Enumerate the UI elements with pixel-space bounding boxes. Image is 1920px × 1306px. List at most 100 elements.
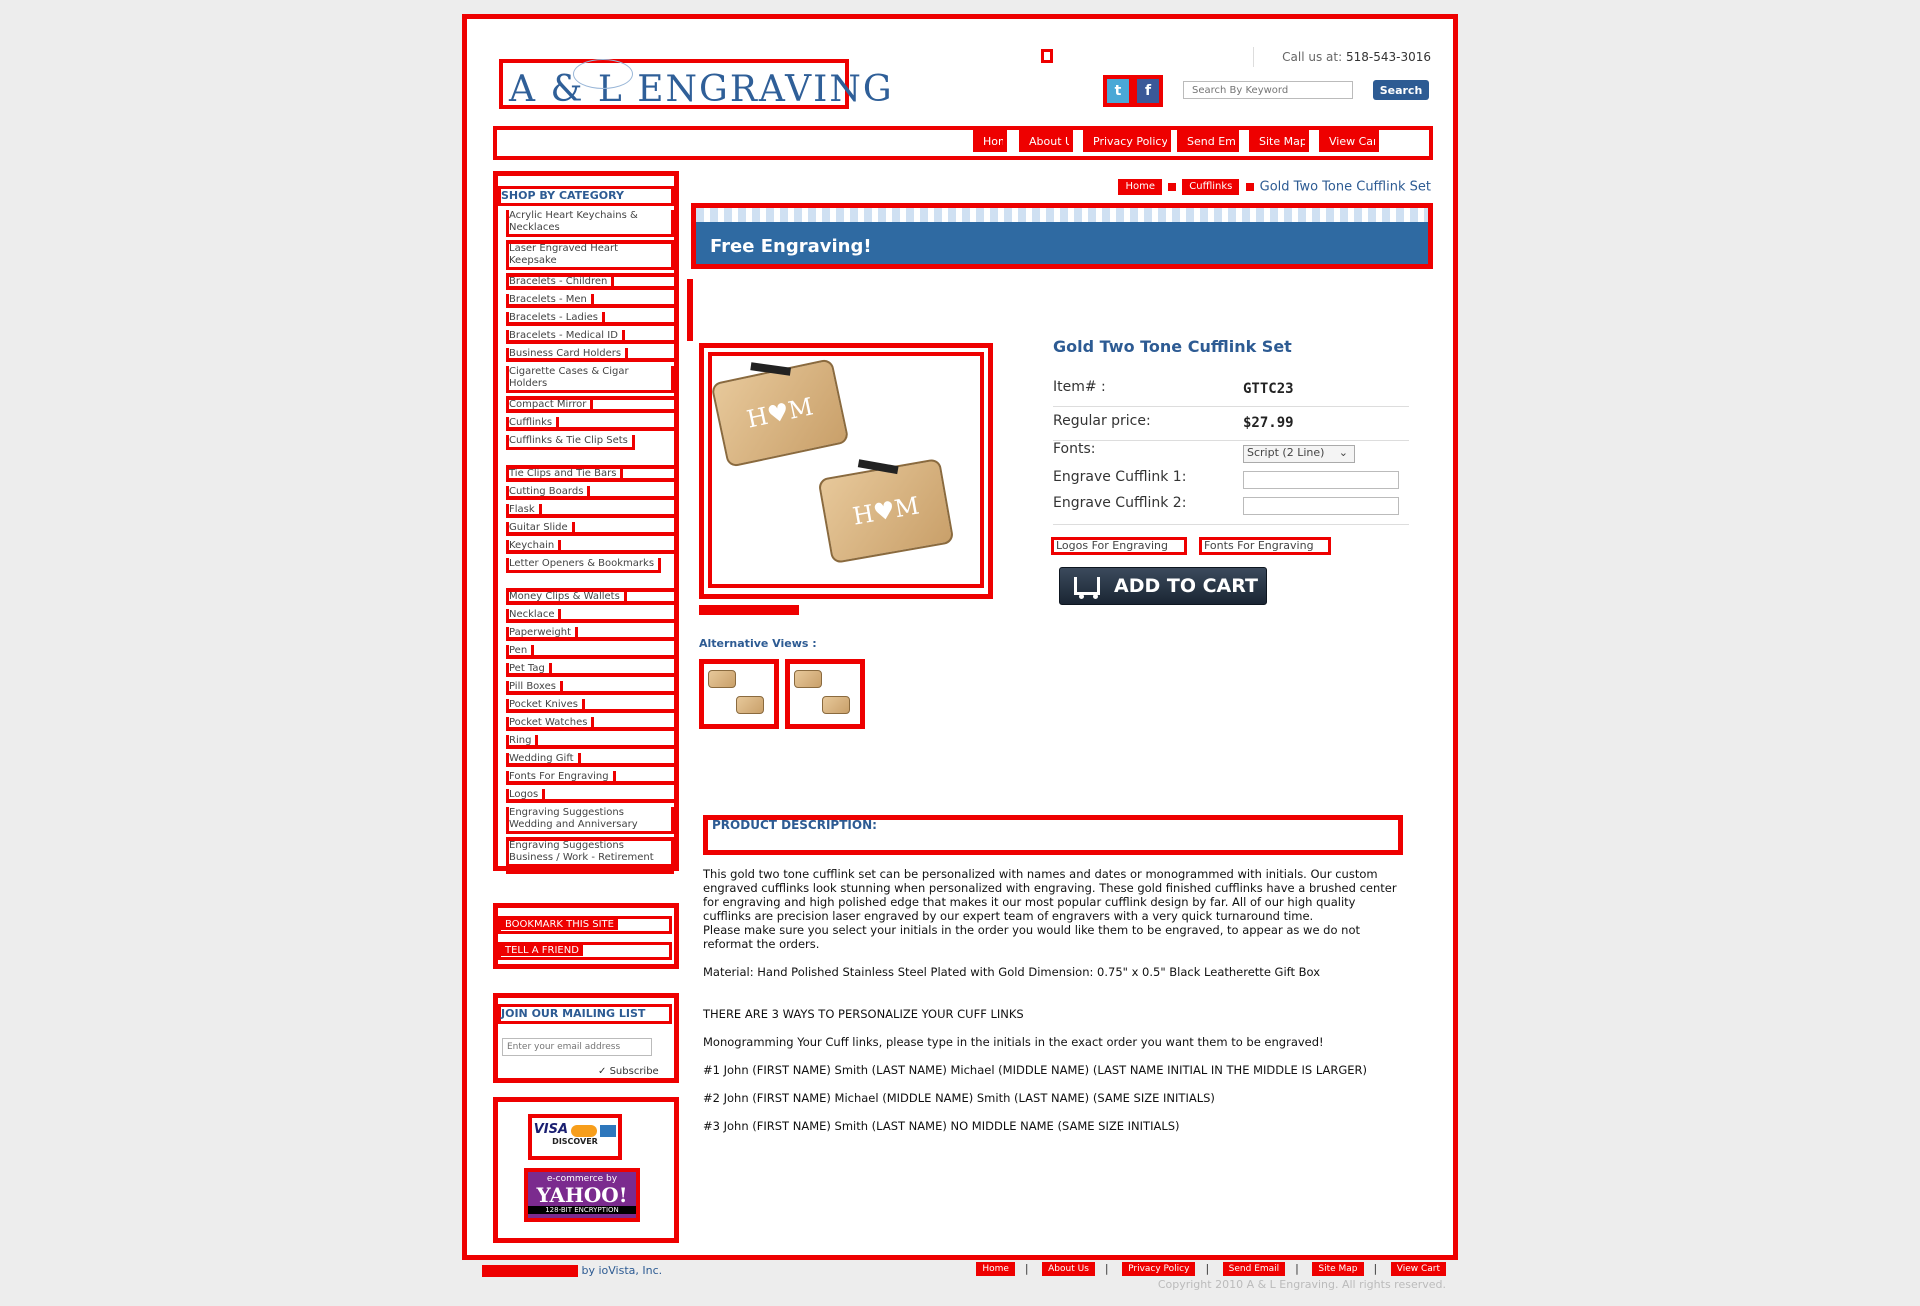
nav-home[interactable]: Home [973, 130, 1007, 152]
call-label: Call us at: [1282, 50, 1343, 64]
footer-design-link[interactable] [482, 1265, 578, 1277]
search-button[interactable]: Search [1373, 80, 1429, 100]
category-label: Guitar Slide [506, 522, 575, 532]
phone-number: 518-543-3016 [1345, 50, 1431, 64]
bookmark-link[interactable]: BOOKMARK THIS SITE [498, 916, 672, 934]
sidebar-category-item[interactable]: Ring [506, 735, 674, 749]
breadcrumb-home[interactable]: Home [1118, 179, 1162, 195]
category-label: Necklace [506, 609, 562, 619]
price-value: $27.99 [1243, 415, 1294, 431]
twitter-icon[interactable]: t [1103, 75, 1133, 107]
nav-about-us[interactable]: About Us [1019, 130, 1073, 152]
breadcrumb-category[interactable]: Cufflinks [1182, 179, 1240, 195]
nav-privacy-policy[interactable]: Privacy Policy [1083, 130, 1171, 152]
sidebar-category-item[interactable]: Pet Tag [506, 663, 674, 677]
fonts-selected: Script (2 Line) [1247, 446, 1325, 459]
sidebar-category-item[interactable]: Keychain [506, 540, 674, 554]
category-label: Engraving Suggestions Business / Work - … [506, 840, 674, 867]
sidebar-category-item[interactable]: Bracelets - Ladies [506, 312, 674, 326]
sidebar-category-item[interactable]: Paperweight [506, 627, 674, 641]
fonts-select[interactable]: Script (2 Line) ⌄ [1243, 445, 1355, 463]
product-title: Gold Two Tone Cufflink Set [1053, 337, 1292, 356]
category-label: Laser Engraved Heart Keepsake [506, 243, 674, 270]
sidebar-category-item[interactable]: Money Clips & Wallets [506, 591, 674, 605]
sidebar-category-item[interactable]: Pen [506, 645, 674, 659]
description-material: Material: Hand Polished Stainless Steel … [703, 965, 1321, 979]
click-to-enlarge-link[interactable] [699, 605, 799, 615]
footer-view-cart[interactable]: View Cart [1390, 1262, 1446, 1276]
sidebar-category-item[interactable]: Logos [506, 789, 674, 803]
engrave2-label: Engrave Cufflink 2: [1053, 495, 1187, 511]
sidebar-category-item[interactable]: Guitar Slide [506, 522, 674, 536]
subscribe-label: Subscribe [609, 1066, 659, 1077]
footer-site-map[interactable]: Site Map [1312, 1262, 1364, 1276]
sidebar-category-item[interactable]: Business Card Holders [506, 348, 674, 362]
chevron-down-icon: ⌄ [1338, 446, 1348, 459]
sidebar-category-item[interactable]: Bracelets - Men [506, 294, 674, 308]
sidebar-category-item[interactable]: Compact Mirror [506, 399, 674, 413]
sidebar-category-item[interactable]: Cufflinks [506, 417, 674, 431]
category-label: Logos [506, 789, 546, 799]
sidebar-category-item[interactable]: Engraving Suggestions Business / Work - … [506, 840, 674, 874]
product-main-image[interactable]: H♥M H♥M [699, 343, 993, 599]
description-option-3: #3 John (FIRST NAME) Smith (LAST NAME) N… [703, 1119, 1180, 1133]
nav-view-cart[interactable]: View Cart [1319, 130, 1379, 152]
sidebar-category-item[interactable]: Cutting Boards [506, 486, 674, 500]
sidebar-category-item[interactable]: Engraving Suggestions Wedding and Annive… [506, 807, 674, 841]
sidebar-category-item[interactable]: Fonts For Engraving [506, 771, 674, 785]
product-image-inner: H♥M H♥M [708, 352, 984, 588]
nav-site-map[interactable]: Site Map [1249, 130, 1309, 152]
sidebar-category-item[interactable]: Wedding Gift [506, 753, 674, 767]
sidebar-category-item[interactable]: Pocket Watches [506, 717, 674, 731]
logo-text: A & L ENGRAVING [509, 69, 894, 110]
description-paragraph: Please make sure you select your initial… [703, 923, 1361, 951]
mailing-list-box: JOIN OUR MAILING LIST ✓ Subscribe [493, 993, 679, 1083]
footer-home[interactable]: Home [976, 1262, 1015, 1276]
sidebar-category-item[interactable]: Laser Engraved Heart Keepsake [506, 243, 674, 277]
sidebar-category-item[interactable]: Bracelets - Children [506, 276, 674, 290]
copyright: Copyright 2010 A & L Engraving. All righ… [1157, 1278, 1446, 1291]
banner-marker [687, 279, 693, 341]
facebook-icon[interactable]: f [1133, 75, 1163, 107]
monogram-text: H♥M [850, 491, 922, 531]
nav-send-email[interactable]: Send Email [1177, 130, 1239, 152]
sidebar-category-item[interactable]: Pill Boxes [506, 681, 674, 695]
footer-send-email[interactable]: Send Email [1222, 1262, 1286, 1276]
bookmark-label: BOOKMARK THIS SITE [501, 919, 618, 930]
search-input[interactable] [1183, 81, 1353, 99]
yahoo-ecommerce-badge[interactable]: e-commerce by YAHOO! 128-BIT ENCRYPTION [524, 1168, 640, 1222]
add-to-cart-button[interactable]: ADD TO CART [1059, 567, 1267, 605]
subscribe-button[interactable]: ✓ Subscribe [598, 1066, 659, 1077]
logos-for-engraving-link[interactable]: Logos For Engraving [1051, 537, 1187, 555]
cart-icon [1074, 577, 1100, 599]
site-logo[interactable]: A & L ENGRAVING [499, 59, 892, 110]
category-sidebar: SHOP BY CATEGORY Acrylic Heart Keychains… [493, 171, 679, 874]
sidebar-category-item[interactable]: Bracelets - Medical ID [506, 330, 674, 344]
product-description-heading: PRODUCT DESCRIPTION: [703, 815, 1403, 855]
engrave-cufflink-2-input[interactable] [1243, 497, 1399, 515]
monogram-text: H♥M [744, 392, 816, 434]
category-label: Business Card Holders [506, 348, 629, 358]
alt-view-thumb-1[interactable] [699, 659, 779, 729]
sidebar-category-item[interactable]: Letter Openers & Bookmarks [506, 558, 674, 592]
sidebar-category-item[interactable]: Acrylic Heart Keychains & Necklaces [506, 210, 674, 244]
sidebar-category-item[interactable]: Tie Clips and Tie Bars [506, 468, 674, 482]
check-icon: ✓ [598, 1066, 607, 1077]
footer-about-us[interactable]: About Us [1042, 1262, 1095, 1276]
breadcrumb-separator [1168, 183, 1177, 191]
category-label: Pocket Knives [506, 699, 585, 709]
sidebar-category-item[interactable]: Necklace [506, 609, 674, 623]
item-label: Item# : [1053, 379, 1106, 395]
email-field[interactable] [502, 1038, 652, 1056]
sidebar-category-item[interactable]: Cufflinks & Tie Clip Sets [506, 435, 674, 469]
logo-rings-icon [573, 59, 633, 89]
alt-view-thumb-2[interactable] [785, 659, 865, 729]
sidebar-category-item[interactable]: Cigarette Cases & Cigar Holders [506, 366, 674, 400]
sidebar-category-item[interactable]: Pocket Knives [506, 699, 674, 713]
engrave-cufflink-1-input[interactable] [1243, 471, 1399, 489]
thumb-cufflink [822, 696, 850, 714]
tell-friend-link[interactable]: TELL A FRIEND [498, 942, 672, 960]
footer-privacy-policy[interactable]: Privacy Policy [1122, 1262, 1196, 1276]
sidebar-category-item[interactable]: Flask [506, 504, 674, 518]
fonts-for-engraving-link[interactable]: Fonts For Engraving [1199, 537, 1331, 555]
